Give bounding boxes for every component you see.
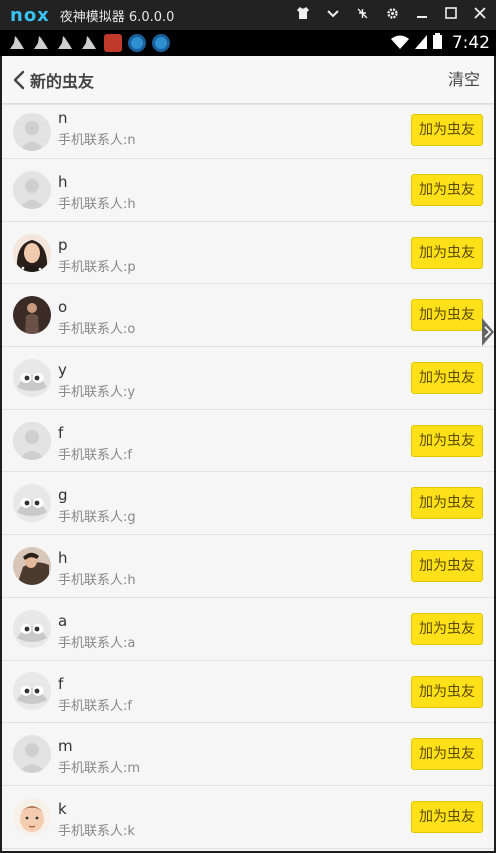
- contact-row[interactable]: p 手机联系人:p 加为虫友: [2, 221, 494, 285]
- contact-name: k: [58, 799, 67, 818]
- avatar[interactable]: [13, 296, 51, 335]
- contact-row[interactable]: h 手机联系人:h 加为虫友: [2, 159, 494, 222]
- add-friend-button[interactable]: 加为虫友: [411, 174, 483, 206]
- clear-button[interactable]: 清空: [448, 56, 480, 104]
- contact-row[interactable]: g 手机联系人:g 加为虫友: [2, 472, 494, 536]
- add-friend-button[interactable]: 加为虫友: [411, 800, 483, 833]
- avatar[interactable]: [13, 358, 51, 397]
- add-friend-button[interactable]: 加为虫友: [411, 487, 483, 520]
- contact-row[interactable]: n 手机联系人:n 加为虫友: [2, 105, 494, 159]
- close-icon[interactable]: [474, 7, 486, 23]
- ship-icon: [56, 34, 74, 52]
- signal-icon: [414, 34, 427, 53]
- avatar[interactable]: [13, 735, 51, 774]
- contact-source: 手机联系人:h: [58, 573, 136, 589]
- contact-row[interactable]: f 手机联系人:f 加为虫友: [2, 409, 494, 473]
- chevron-down-icon[interactable]: [327, 8, 339, 23]
- emulator-title: 夜神模拟器 6.0.0.0: [59, 9, 175, 25]
- contact-source: 手机联系人:k: [58, 823, 135, 839]
- app-icon-blue: [152, 34, 170, 52]
- nox-logo: nox: [10, 4, 50, 26]
- add-friend-button[interactable]: 加为虫友: [411, 675, 483, 708]
- contact-name: p: [58, 235, 68, 254]
- contact-name: o: [58, 298, 68, 317]
- android-status-bar: 7:42: [0, 30, 496, 56]
- contact-name: f: [58, 674, 64, 693]
- contact-source: 手机联系人:o: [58, 322, 136, 338]
- add-friend-button[interactable]: 加为虫友: [411, 236, 483, 269]
- contact-source: 手机联系人:f: [58, 447, 132, 463]
- contact-row[interactable]: a 手机联系人:a 加为虫友: [2, 597, 494, 661]
- avatar[interactable]: [13, 797, 51, 836]
- ship-icon: [8, 34, 26, 52]
- contact-name: g: [58, 486, 68, 505]
- add-friend-button[interactable]: 加为虫友: [411, 114, 483, 146]
- contact-row[interactable]: o 手机联系人:o 加为虫友: [2, 284, 494, 348]
- contact-row[interactable]: m 手机联系人:m 加为虫友: [2, 723, 494, 786]
- pin-icon[interactable]: [356, 7, 369, 24]
- contact-source: 手机联系人:h: [58, 197, 136, 212]
- avatar[interactable]: [13, 546, 51, 585]
- contact-name: a: [58, 611, 68, 630]
- wifi-icon: [390, 34, 409, 53]
- contact-source: 手机联系人:f: [58, 698, 132, 714]
- contact-source: 手机联系人:g: [58, 510, 136, 526]
- add-friend-button[interactable]: 加为虫友: [411, 738, 483, 771]
- contact-row[interactable]: y 手机联系人:y 加为虫友: [2, 347, 494, 410]
- add-friend-button[interactable]: 加为虫友: [411, 612, 483, 645]
- contact-row[interactable]: k 手机联系人:k 加为虫友: [2, 785, 494, 849]
- contact-name: h: [58, 549, 68, 568]
- contact-name: y: [58, 361, 67, 380]
- status-time: 7:42: [451, 33, 490, 53]
- avatar[interactable]: [13, 484, 51, 523]
- app-screen: 新的虫友 清空 n 手机联系人:n 加为虫友 h 手机联系人:h 加为虫友 p 手机联系人:p…: [2, 56, 494, 851]
- gear-icon[interactable]: [386, 7, 399, 24]
- contact-name: h: [58, 173, 68, 191]
- app-header: 新的虫友 清空: [2, 56, 494, 104]
- ship-icon: [80, 34, 98, 52]
- chevron-left-icon: [13, 70, 25, 89]
- avatar[interactable]: [13, 170, 51, 209]
- contact-row[interactable]: h 手机联系人:h 加为虫友: [2, 535, 494, 598]
- ship-icon: [32, 34, 50, 52]
- maximize-icon[interactable]: [445, 7, 457, 23]
- contact-source: 手机联系人:p: [58, 259, 136, 275]
- app-icon-blue: [128, 34, 146, 52]
- status-right: 7:42: [390, 30, 490, 56]
- avatar[interactable]: [13, 609, 51, 648]
- battery-icon: [432, 33, 442, 53]
- contact-source: 手机联系人:n: [58, 133, 136, 148]
- page-title: 新的虫友: [30, 71, 95, 91]
- contact-list: n 手机联系人:n 加为虫友 h 手机联系人:h 加为虫友 p 手机联系人:p 加为虫友 o 手机联…: [2, 105, 494, 849]
- avatar[interactable]: [13, 672, 51, 711]
- contact-source: 手机联系人:a: [58, 635, 136, 651]
- avatar[interactable]: [13, 233, 51, 272]
- add-friend-button[interactable]: 加为虫友: [411, 362, 483, 395]
- contact-row[interactable]: f 手机联系人:f 加为虫友: [2, 660, 494, 724]
- add-friend-button[interactable]: 加为虫友: [411, 424, 483, 457]
- back-button[interactable]: 新的虫友: [2, 56, 94, 104]
- contact-name: n: [58, 109, 68, 127]
- contact-source: 手机联系人:y: [58, 385, 136, 401]
- app-icon-red: [104, 34, 122, 52]
- side-expand-arrow-icon[interactable]: [482, 318, 494, 346]
- minimize-icon[interactable]: [416, 7, 428, 23]
- avatar[interactable]: [13, 421, 51, 460]
- emulator-title-bar: nox 夜神模拟器 6.0.0.0: [0, 0, 496, 30]
- avatar[interactable]: [13, 112, 51, 151]
- shirt-icon[interactable]: [296, 7, 310, 23]
- contact-name: f: [58, 423, 64, 442]
- window-controls: [296, 0, 486, 30]
- contact-source: 手机联系人:m: [58, 761, 141, 777]
- add-friend-button[interactable]: 加为虫友: [411, 299, 483, 332]
- contact-name: m: [58, 737, 73, 756]
- add-friend-button[interactable]: 加为虫友: [411, 550, 483, 583]
